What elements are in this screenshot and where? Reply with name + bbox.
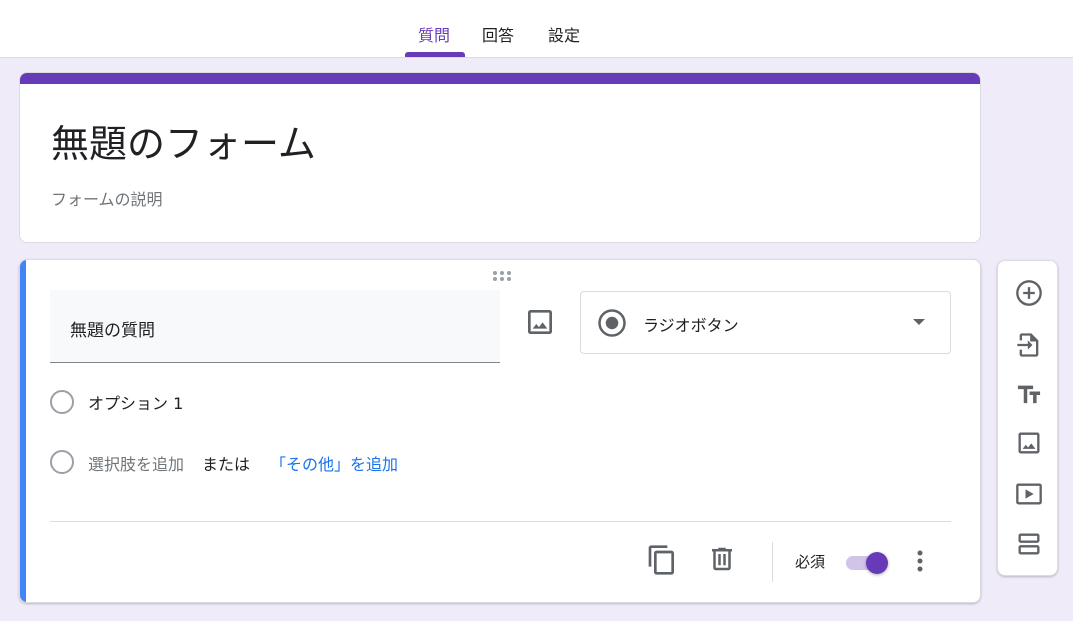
form-description[interactable]: フォームの説明: [51, 186, 163, 210]
more-vert-icon[interactable]: [916, 548, 924, 574]
active-question-bar: [20, 260, 26, 602]
drag-handle-icon[interactable]: [492, 270, 512, 282]
add-image-icon[interactable]: [1015, 429, 1043, 457]
form-title-card[interactable]: 無題のフォーム フォームの説明: [19, 72, 981, 243]
add-section-icon[interactable]: [1015, 530, 1043, 558]
floating-toolbar: [997, 260, 1058, 576]
duplicate-icon[interactable]: [646, 544, 678, 576]
tab-settings[interactable]: 設定: [548, 22, 580, 46]
add-option-link[interactable]: 選択肢を追加: [88, 451, 184, 475]
tab-questions[interactable]: 質問: [418, 22, 450, 46]
top-tab-bar: 質問 回答 設定: [0, 0, 1073, 58]
add-image-icon[interactable]: [524, 306, 556, 338]
add-question-icon[interactable]: [1015, 279, 1043, 307]
footer-divider: [50, 521, 951, 522]
required-toggle[interactable]: [846, 552, 890, 574]
title-card-accent: [20, 73, 980, 84]
tab-responses[interactable]: 回答: [482, 22, 514, 46]
option-radio-icon: [50, 390, 74, 414]
add-other-link[interactable]: 「その他」を追加: [270, 451, 398, 475]
option-label[interactable]: オプション 1: [88, 390, 183, 414]
question-type-label: ラジオボタン: [643, 316, 739, 335]
radio-button-icon: [598, 309, 626, 337]
toggle-knob: [866, 552, 888, 574]
add-title-icon[interactable]: [1015, 381, 1043, 409]
question-title: 無題の質問: [70, 321, 155, 341]
add-option-radio-icon: [50, 450, 74, 474]
chevron-down-icon: [913, 319, 925, 325]
footer-vertical-divider: [772, 542, 773, 582]
question-card[interactable]: 無題の質問 ラジオボタン オプション 1 選択肢を追加 または 「その他」を追加…: [19, 259, 981, 603]
delete-icon[interactable]: [707, 544, 737, 574]
add-video-icon[interactable]: [1015, 480, 1043, 508]
question-type-select[interactable]: ラジオボタン: [580, 291, 951, 354]
required-label: 必須: [795, 553, 826, 571]
import-questions-icon[interactable]: [1015, 331, 1043, 359]
question-title-field[interactable]: 無題の質問: [50, 290, 500, 363]
or-label: または: [202, 455, 251, 474]
form-title[interactable]: 無題のフォーム: [51, 113, 316, 168]
active-tab-indicator: [405, 52, 465, 57]
